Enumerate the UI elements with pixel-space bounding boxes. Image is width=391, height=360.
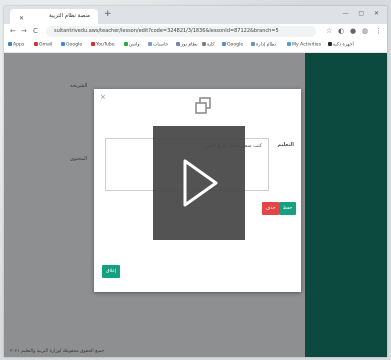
star-icon[interactable]: ☆ — [326, 27, 332, 35]
side-text: المحتوى — [70, 156, 88, 162]
extension-icon-2[interactable]: ● — [350, 27, 356, 35]
tab-label: منصة نظام التربية — [49, 13, 90, 19]
page-footer: جميع الحقوق محفوظة لوزارة التربية والتعل… — [10, 349, 105, 354]
forward-arrow-icon[interactable]: → — [21, 27, 27, 35]
back-arrow-icon[interactable]: ← — [10, 27, 16, 35]
bookmark-item[interactable]: نظام نور — [176, 42, 198, 48]
bookmark-item[interactable]: Google — [222, 42, 243, 48]
field-label: التعليم — [277, 142, 294, 148]
browser-tab[interactable]: ✕ منصة نظام التربية — [10, 9, 98, 24]
tab-close-icon[interactable]: ✕ — [19, 15, 24, 22]
bookmark-item[interactable]: Google — [61, 42, 82, 48]
address-text: sultantrivedu.aws/teacher/lesson/edit?co… — [54, 28, 279, 34]
menu-icon[interactable]: ⋮ — [375, 27, 382, 35]
reload-icon[interactable]: C — [33, 27, 38, 35]
bookmark-item[interactable]: حاسبات — [148, 42, 168, 48]
bookmark-item[interactable]: أجهزة ذكية — [328, 42, 354, 48]
bookmark-item[interactable]: YouTube — [91, 42, 115, 48]
right-sidebar — [305, 53, 387, 357]
delete-button[interactable]: حذف — [262, 202, 279, 215]
address-bar[interactable]: sultantrivedu.aws/teacher/lesson/edit?co… — [46, 26, 316, 37]
bookmark-item[interactable]: Apps — [8, 42, 24, 48]
tab-bar: ✕ منصة نظام التربية + — ▢ ✕ — [4, 6, 387, 24]
side-text: الشريحة — [70, 83, 88, 89]
modal-close-icon[interactable]: × — [100, 93, 106, 101]
play-icon[interactable] — [153, 126, 245, 240]
new-tab-button[interactable]: + — [104, 10, 112, 19]
copy-icon — [195, 97, 211, 114]
bookmark-item[interactable]: كلية — [202, 42, 215, 48]
video-player-overlay[interactable] — [153, 126, 245, 240]
bookmark-item[interactable]: Gmail — [34, 42, 52, 48]
profile-icon[interactable]: ◍ — [362, 27, 368, 35]
browser-toolbar: ← → C sultantrivedu.aws/teacher/lesson/e… — [4, 24, 387, 41]
bookmark-item[interactable]: My Activities — [287, 42, 321, 48]
bookmark-item[interactable]: واتس — [124, 42, 140, 48]
save-button[interactable]: حفظ — [279, 202, 296, 215]
window-controls[interactable]: — ▢ ✕ — [342, 10, 383, 17]
close-button[interactable]: إغلاق — [102, 265, 120, 278]
bookmark-item[interactable]: نظام إدارة — [251, 42, 276, 48]
extension-icon[interactable]: ◐ — [338, 27, 344, 35]
bookmarks-bar: Apps Gmail Google YouTube واتس حاسبات نظ… — [4, 40, 387, 53]
